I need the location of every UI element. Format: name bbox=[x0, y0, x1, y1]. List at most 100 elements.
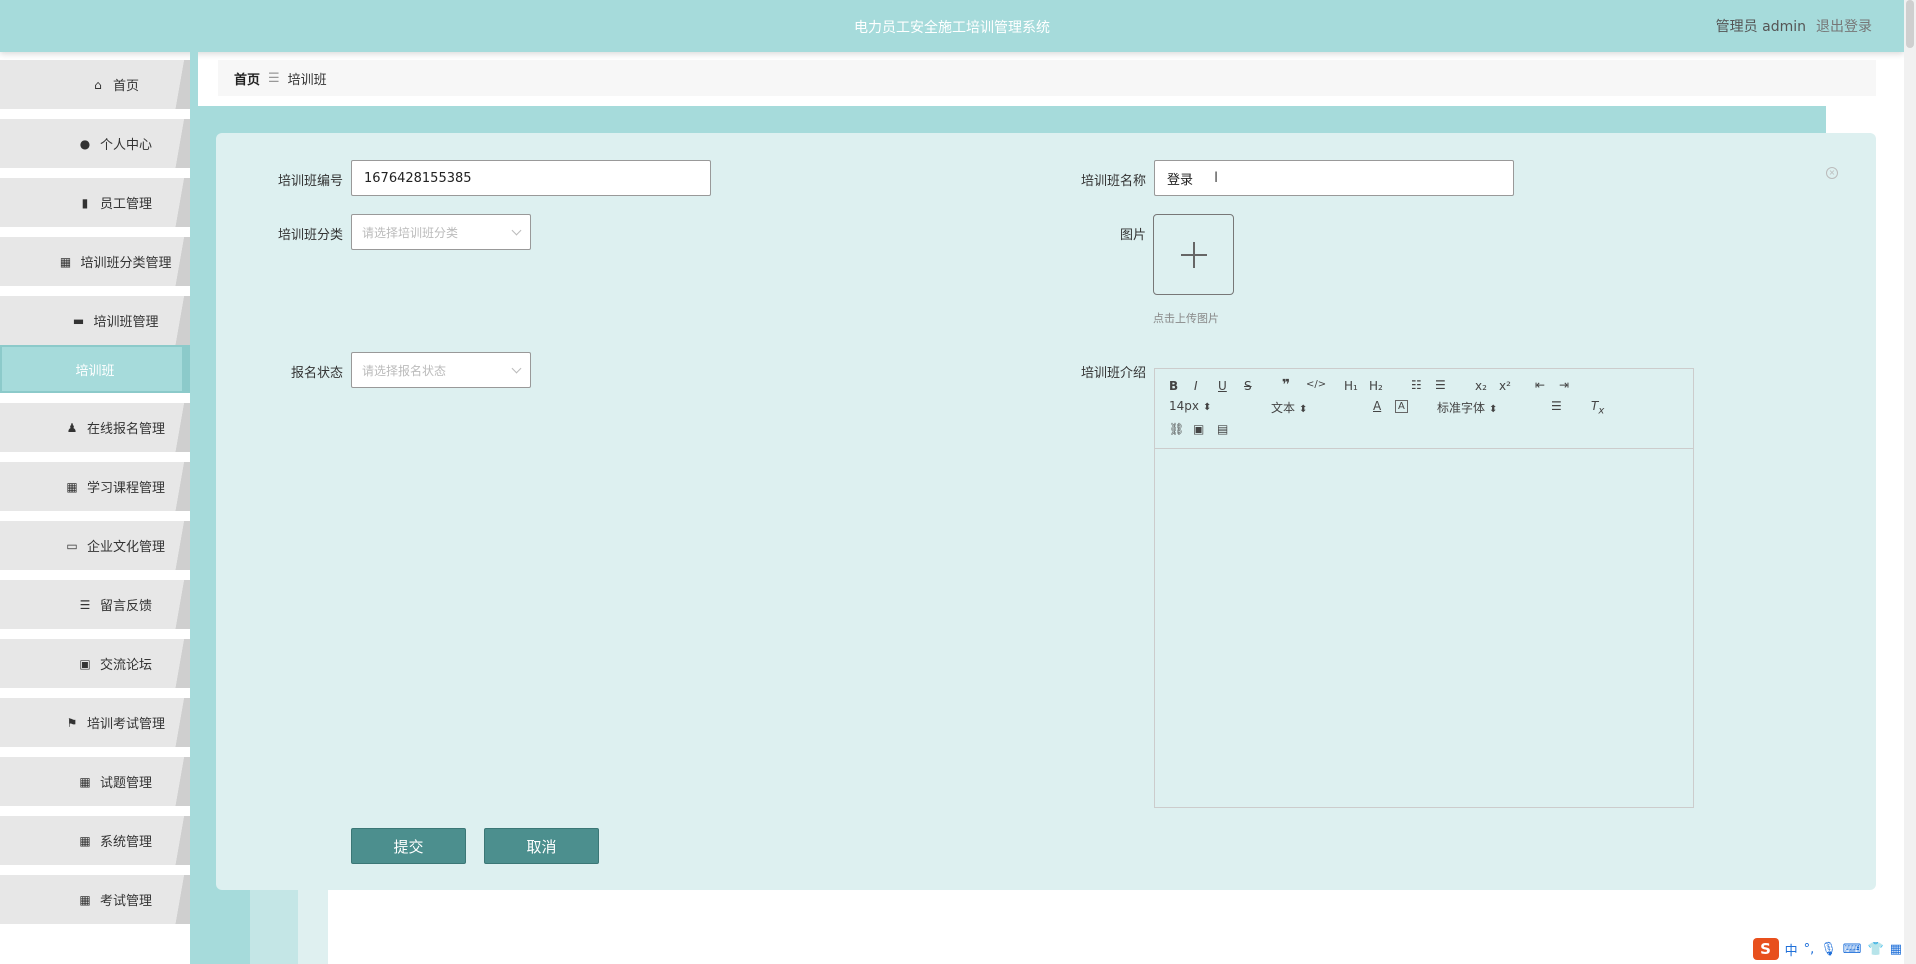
chevron-down-icon bbox=[511, 363, 522, 374]
upload-hint: 点击上传图片 bbox=[1153, 312, 1219, 325]
user-area: 管理员 admin 退出登录 bbox=[1716, 16, 1872, 36]
submit-button[interactable]: 提交 bbox=[351, 828, 466, 864]
sidebar-item-registration[interactable]: ♟ 在线报名管理 bbox=[0, 403, 190, 452]
scrollbar-thumb[interactable] bbox=[1906, 0, 1914, 48]
microphone-icon[interactable]: 🎙 bbox=[1820, 942, 1837, 957]
outdent-icon[interactable]: ⇤ bbox=[1535, 378, 1545, 392]
ime-menu-icon[interactable]: ▦ bbox=[1890, 942, 1902, 957]
sidebar-item-label: 考试管理 bbox=[99, 894, 152, 909]
sidebar-item-label: 首页 bbox=[112, 79, 139, 94]
person-icon: ♟ bbox=[66, 420, 78, 435]
decorative-bottom-blocks bbox=[218, 880, 328, 964]
sidebar-item-class-category[interactable]: ▦ 培训班分类管理 bbox=[0, 237, 190, 286]
superscript-icon[interactable]: x² bbox=[1499, 379, 1511, 393]
sidebar-item-label: 个人中心 bbox=[99, 138, 152, 153]
logout-link[interactable]: 退出登录 bbox=[1816, 19, 1872, 35]
intro-label: 培训班介绍 bbox=[1080, 366, 1146, 381]
background-color-icon[interactable]: A bbox=[1395, 400, 1408, 413]
font-size-select[interactable]: 14px bbox=[1169, 399, 1255, 413]
sidebar-item-label: 学习课程管理 bbox=[86, 481, 165, 496]
name-input[interactable]: 登录 bbox=[1154, 160, 1514, 196]
home-icon: ⌂ bbox=[94, 77, 102, 92]
sidebar-item-exams[interactable]: ⚑ 培训考试管理 bbox=[0, 698, 190, 747]
strikethrough-icon[interactable]: S bbox=[1244, 379, 1252, 393]
rich-text-editor[interactable]: B I U S ❞ </> H₁ H₂ ☷ ☰ x₂ x² ⇤ ⇥ 14px 文… bbox=[1154, 368, 1694, 808]
image-upload-button[interactable] bbox=[1153, 214, 1234, 295]
italic-icon[interactable]: I bbox=[1194, 379, 1198, 393]
sidebar-item-profile[interactable]: ● 个人中心 bbox=[0, 119, 190, 168]
status-placeholder: 请选择报名状态 bbox=[362, 363, 447, 378]
editor-toolbar: B I U S ❞ </> H₁ H₂ ☷ ☰ x₂ x² ⇤ ⇥ 14px 文… bbox=[1155, 369, 1693, 449]
code-input[interactable]: 1676428155385 bbox=[351, 160, 711, 196]
sidebar-item-label: 系统管理 bbox=[99, 835, 152, 850]
block-type-select[interactable]: 文本 bbox=[1271, 399, 1357, 416]
bar-chart-icon: ▮ bbox=[81, 195, 89, 210]
clear-format-icon[interactable]: Tx bbox=[1591, 399, 1604, 416]
sidebar-item-employees[interactable]: ▮ 员工管理 bbox=[0, 178, 190, 227]
sidebar-item-forum[interactable]: ▣ 交流论坛 bbox=[0, 639, 190, 688]
sidebar-item-courses[interactable]: ▦ 学习课程管理 bbox=[0, 462, 190, 511]
sidebar-item-class-management[interactable]: ▬ 培训班管理 bbox=[0, 296, 190, 345]
sidebar-item-home[interactable]: ⌂ 首页 bbox=[0, 60, 190, 109]
sidebar-item-questions[interactable]: ▦ 试题管理 bbox=[0, 757, 190, 806]
subscript-icon[interactable]: x₂ bbox=[1475, 379, 1487, 393]
close-icon[interactable]: × bbox=[1826, 167, 1838, 179]
code-label: 培训班编号 bbox=[277, 174, 343, 189]
underline-icon[interactable]: U bbox=[1218, 379, 1227, 393]
cancel-button[interactable]: 取消 bbox=[484, 828, 599, 864]
breadcrumb-home[interactable]: 首页 bbox=[234, 69, 260, 88]
ime-language[interactable]: 中 bbox=[1785, 940, 1798, 959]
status-select[interactable]: 请选择报名状态 bbox=[351, 352, 531, 388]
text-cursor-icon: I bbox=[1214, 170, 1219, 186]
bullet-list-icon[interactable]: ☰ bbox=[1435, 378, 1446, 392]
image-label: 图片 bbox=[1119, 228, 1146, 243]
blockquote-icon[interactable]: ❞ bbox=[1282, 377, 1290, 393]
font-color-icon[interactable]: A bbox=[1373, 399, 1381, 413]
code-block-icon[interactable]: </> bbox=[1306, 379, 1326, 390]
sidebar-item-label: 员工管理 bbox=[99, 197, 152, 212]
ime-punctuation[interactable]: °, bbox=[1804, 942, 1815, 957]
breadcrumb-separator-icon: ☰ bbox=[268, 70, 280, 86]
font-family-value: 标准字体 bbox=[1437, 401, 1486, 415]
sidebar-item-label: 试题管理 bbox=[99, 776, 152, 791]
top-header: 电力员工安全施工培训管理系统 管理员 admin 退出登录 bbox=[0, 0, 1904, 52]
font-family-select[interactable]: 标准字体 bbox=[1437, 399, 1523, 416]
heading2-icon[interactable]: H₂ bbox=[1369, 379, 1383, 393]
sidebar-item-label: 培训班分类管理 bbox=[80, 256, 172, 271]
decorative-band bbox=[218, 106, 1826, 136]
bold-icon[interactable]: B bbox=[1169, 379, 1178, 393]
align-left-icon[interactable]: ☰ bbox=[1551, 399, 1562, 413]
sidebar-item-label: 培训班 bbox=[75, 363, 115, 379]
image-icon[interactable]: ▣ bbox=[1193, 422, 1204, 436]
heading1-icon[interactable]: H₁ bbox=[1344, 379, 1358, 393]
block-type-value: 文本 bbox=[1271, 401, 1296, 415]
sidebar-item-culture[interactable]: ▭ 企业文化管理 bbox=[0, 521, 190, 570]
sidebar-item-feedback[interactable]: ☰ 留言反馈 bbox=[0, 580, 190, 629]
sidebar-item-exam-admin[interactable]: ▦ 考试管理 bbox=[0, 875, 190, 924]
sogou-logo-icon[interactable]: S bbox=[1752, 938, 1779, 960]
breadcrumb-current: 培训班 bbox=[287, 72, 327, 88]
link-icon[interactable]: ⛓ bbox=[1169, 422, 1184, 436]
indent-icon[interactable]: ⇥ bbox=[1559, 378, 1569, 392]
list-icon: ☰ bbox=[79, 597, 91, 612]
sidebar-item-label: 培训考试管理 bbox=[86, 717, 165, 732]
grid-icon: ▦ bbox=[79, 774, 91, 789]
ordered-list-icon[interactable]: ☷ bbox=[1411, 378, 1422, 392]
sidebar-item-label: 在线报名管理 bbox=[86, 422, 165, 437]
font-size-value: 14px bbox=[1169, 399, 1199, 413]
grid-icon: ▦ bbox=[59, 254, 72, 269]
sidebar-item-label: 企业文化管理 bbox=[86, 540, 165, 555]
status-label: 报名状态 bbox=[290, 366, 343, 381]
keyboard-icon[interactable]: ⌨ bbox=[1843, 942, 1862, 957]
grid-icon: ▦ bbox=[66, 479, 78, 494]
skin-icon[interactable]: 👕 bbox=[1868, 942, 1884, 957]
sidebar-item-system[interactable]: ▦ 系统管理 bbox=[0, 816, 190, 865]
sidebar-subitem-training-class[interactable]: 培训班 bbox=[0, 345, 190, 393]
ime-toolbar: S 中 °, 🎙 ⌨ 👕 ▦ bbox=[1752, 938, 1902, 960]
clipboard-icon: ▣ bbox=[79, 656, 91, 671]
page-scrollbar[interactable] bbox=[1904, 0, 1916, 964]
video-icon[interactable]: ▤ bbox=[1217, 422, 1228, 436]
category-select[interactable]: 请选择培训班分类 bbox=[351, 214, 531, 250]
sidebar-item-label: 留言反馈 bbox=[99, 599, 152, 614]
category-label: 培训班分类 bbox=[277, 228, 343, 243]
